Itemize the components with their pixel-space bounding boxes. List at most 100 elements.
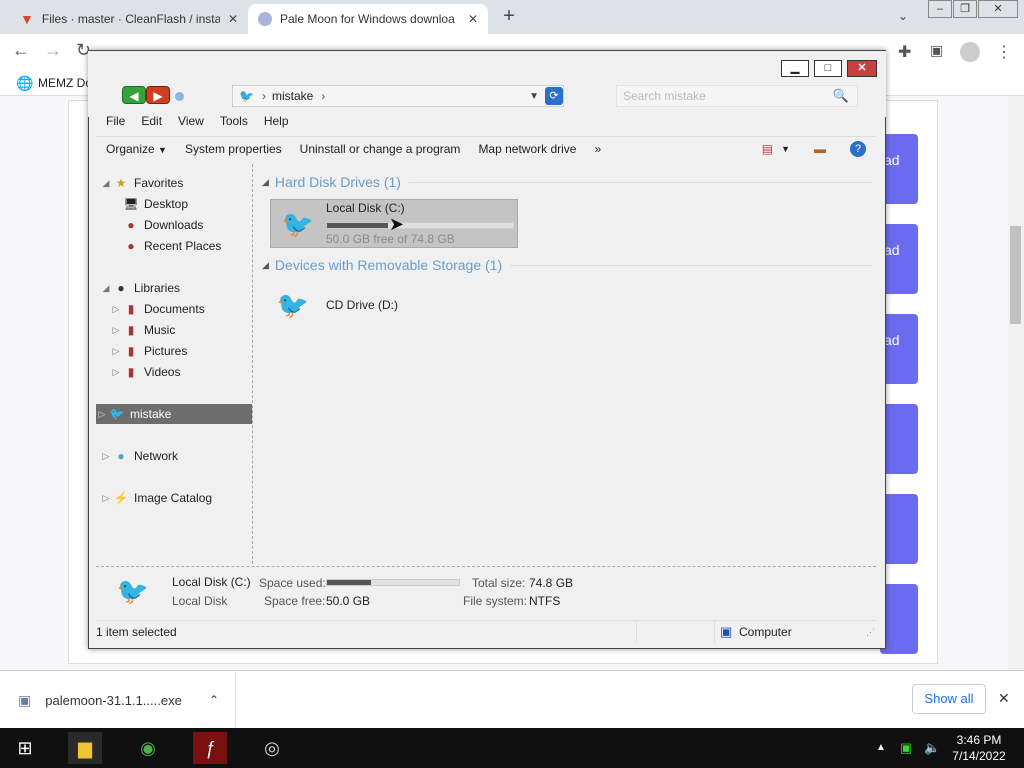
nav-music[interactable]: ▷ ▮ Music: [110, 320, 176, 340]
drive-cd-d[interactable]: 🐦 CD Drive (D:): [270, 282, 470, 328]
network-tray-icon[interactable]: ▣: [900, 740, 912, 756]
computer-icon: 🐦: [239, 89, 254, 103]
tab-cleanflash[interactable]: ▼ Files · master · CleanFlash / instal ✕: [10, 4, 248, 34]
nav-desktop[interactable]: 🖥 Desktop: [122, 194, 188, 214]
nav-recent-places[interactable]: ● Recent Places: [122, 236, 221, 256]
clock-date: 7/14/2022: [952, 749, 1006, 763]
total-size-label: Total size:: [472, 576, 526, 590]
nav-network[interactable]: ▷ ● Network: [100, 446, 178, 466]
system-properties-button[interactable]: System properties: [175, 142, 290, 156]
expand-icon[interactable]: ▷: [100, 451, 112, 462]
maximize-button[interactable]: □: [814, 60, 842, 77]
sidepanel-icon[interactable]: ▣: [930, 42, 943, 59]
nav-libraries[interactable]: ◢ ● Libraries: [100, 278, 181, 298]
address-path[interactable]: mistake: [272, 89, 313, 103]
download-filename: palemoon-31.1.1.....exe: [45, 692, 182, 708]
command-bar: Organize ▼ System properties Uninstall o…: [96, 136, 876, 160]
chevron-up-icon[interactable]: ⌃: [209, 693, 219, 707]
resize-grip-icon[interactable]: ⋰: [866, 627, 875, 638]
profile-icon[interactable]: [960, 42, 980, 62]
preview-pane-icon[interactable]: ▬: [814, 142, 826, 156]
drive-name: CD Drive (D:): [326, 298, 398, 312]
address-bar[interactable]: 🐦 › mistake › ▼ ⟳: [232, 85, 564, 107]
more-commands-button[interactable]: »: [584, 142, 609, 156]
collapse-icon[interactable]: ◢: [100, 178, 112, 189]
minimize-browser-button[interactable]: –: [928, 0, 952, 18]
back-icon[interactable]: ←: [12, 40, 30, 61]
search-input[interactable]: Search mistake 🔍: [616, 85, 858, 107]
file-explorer-icon[interactable]: ▆: [68, 732, 102, 764]
scrollbar-thumb[interactable]: [1010, 226, 1021, 324]
new-tab-button[interactable]: +: [498, 6, 520, 28]
collapse-icon[interactable]: ◢: [100, 283, 112, 294]
expand-icon[interactable]: ▷: [96, 409, 108, 420]
expand-icon[interactable]: ▷: [110, 325, 122, 336]
group-removable-storage[interactable]: ◢ Devices with Removable Storage (1): [262, 257, 872, 273]
menu-icon[interactable]: ⋮: [996, 42, 1012, 62]
forward-icon[interactable]: ▶: [146, 86, 170, 104]
map-network-drive-button[interactable]: Map network drive: [468, 142, 584, 156]
nav-pictures[interactable]: ▷ ▮ Pictures: [110, 341, 188, 361]
collapse-icon[interactable]: ◢: [262, 177, 269, 188]
extensions-icon[interactable]: ✚: [898, 42, 911, 62]
menu-file[interactable]: File: [96, 114, 133, 134]
nav-mistake[interactable]: ▷ 🐦 mistake: [96, 404, 252, 424]
help-icon[interactable]: ?: [850, 140, 866, 157]
uninstall-program-button[interactable]: Uninstall or change a program: [290, 142, 469, 156]
flash-icon[interactable]: ƒ: [193, 732, 227, 764]
nav-image-catalog[interactable]: ▷ ⚡ Image Catalog: [100, 488, 213, 508]
bookmark-icon: 🌐: [16, 75, 34, 91]
menu-view[interactable]: View: [170, 114, 212, 134]
volume-icon[interactable]: 🔈: [924, 740, 940, 756]
chevron-down-icon: ▼: [158, 144, 167, 155]
libraries-icon: ●: [117, 281, 125, 295]
status-bar: 1 item selected ▣ Computer ⋰: [96, 620, 876, 643]
forward-icon[interactable]: →: [44, 40, 62, 61]
expand-icon[interactable]: ▷: [110, 346, 122, 357]
details-name: Local Disk (C:): [172, 575, 251, 589]
change-view-icon[interactable]: ▤: [762, 142, 773, 156]
organize-button[interactable]: Organize ▼: [96, 142, 175, 156]
nav-favorites[interactable]: ◢ ★ Favorites: [100, 173, 184, 193]
chrome-icon[interactable]: ◉: [131, 732, 165, 764]
address-dropdown-icon[interactable]: ▼: [529, 91, 539, 102]
tab-search-icon[interactable]: ⌄: [898, 9, 908, 23]
nav-downloads[interactable]: ● Downloads: [122, 215, 203, 235]
desktop-icon: 🖥: [123, 197, 139, 211]
recent-pages-icon[interactable]: [175, 92, 184, 101]
close-tab-icon[interactable]: ✕: [228, 12, 238, 26]
nav-videos[interactable]: ▷ ▮ Videos: [110, 362, 181, 382]
close-tab-icon[interactable]: ✕: [468, 12, 478, 26]
menu-tools[interactable]: Tools: [212, 114, 256, 134]
show-hidden-icons[interactable]: ▲: [876, 742, 886, 753]
restore-browser-button[interactable]: ❐: [953, 0, 977, 18]
show-all-button[interactable]: Show all: [912, 684, 986, 714]
menu-help[interactable]: Help: [256, 114, 297, 134]
start-icon[interactable]: ⊞: [8, 732, 42, 764]
videos-icon: ▮: [127, 365, 135, 379]
download-item[interactable]: ▣ palemoon-31.1.1.....exe ⌃: [0, 672, 236, 728]
close-browser-button[interactable]: ✕: [978, 0, 1018, 18]
close-downloads-icon[interactable]: ✕: [998, 690, 1010, 707]
back-icon[interactable]: ◀: [122, 86, 146, 104]
menu-edit[interactable]: Edit: [133, 114, 170, 134]
disc-app-icon[interactable]: ◎: [255, 732, 289, 764]
nav-documents[interactable]: ▷ ▮ Documents: [110, 299, 205, 319]
space-free-label: Space free:: [264, 594, 326, 608]
collapse-icon[interactable]: ◢: [262, 260, 269, 271]
bookmark-memz[interactable]: MEMZ Do: [38, 76, 92, 90]
pictures-icon: ▮: [127, 344, 135, 358]
group-hard-disk-drives[interactable]: ◢ Hard Disk Drives (1): [262, 174, 872, 190]
clock[interactable]: 3:46 PM 7/14/2022: [944, 732, 1014, 764]
refresh-icon[interactable]: ⟳: [545, 87, 563, 105]
drive-usage-bar: [326, 222, 514, 229]
minimize-button[interactable]: ▁: [781, 60, 809, 77]
tab-palemoon[interactable]: Pale Moon for Windows downloa ✕: [248, 4, 488, 34]
search-icon[interactable]: 🔍: [833, 88, 849, 104]
expand-icon[interactable]: ▷: [100, 493, 112, 504]
page-scrollbar[interactable]: [1008, 96, 1024, 670]
expand-icon[interactable]: ▷: [110, 304, 122, 315]
view-dropdown-icon[interactable]: ▼: [781, 144, 790, 154]
expand-icon[interactable]: ▷: [110, 367, 122, 378]
close-button[interactable]: ✕: [847, 60, 877, 77]
